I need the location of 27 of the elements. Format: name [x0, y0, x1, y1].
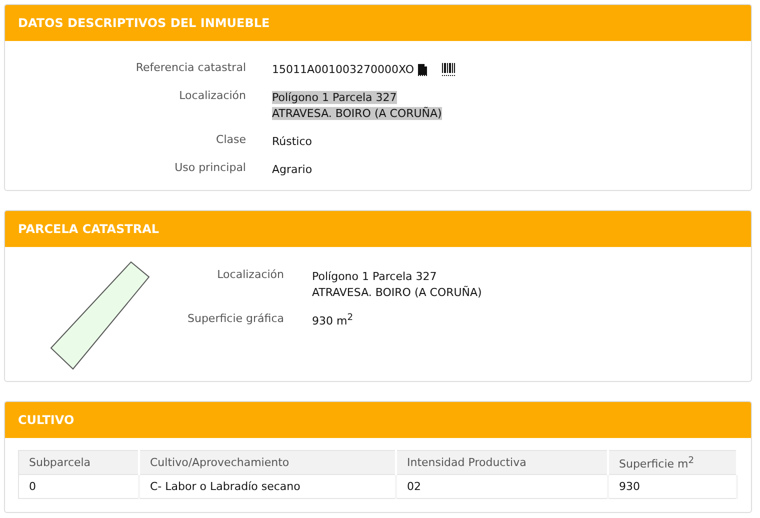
field-label: Localización — [216, 268, 284, 283]
table-cell: 02 — [396, 474, 608, 498]
panel-title: PARCELA CATASTRAL — [18, 222, 160, 236]
panel-title: DATOS DESCRIPTIVOS DEL INMUEBLE — [18, 16, 270, 30]
field-value: ATRAVESA. BOIRO (A CORUÑA) — [312, 286, 482, 298]
document-icon[interactable] — [417, 62, 429, 76]
field-value: ATRAVESA. BOIRO (A CORUÑA) — [272, 106, 442, 120]
column-header: Cultivo/Aprovechamiento — [139, 450, 396, 474]
field-value: Polígono 1 Parcela 327 — [272, 90, 397, 104]
field-label: Localización — [178, 89, 246, 104]
field-value: Rústico — [272, 134, 312, 148]
field-value: 15011A001003270000XO — [272, 62, 414, 76]
column-header: Superficie m$^{2}$ — [608, 450, 737, 474]
field-label: Uso principal — [174, 161, 246, 176]
field-label: Referencia catastral — [134, 61, 246, 76]
table-cell: C- Labor o Labradío secano — [139, 474, 396, 498]
field-label: Clase — [215, 133, 246, 148]
table-cell: 0 — [18, 474, 139, 498]
field-label: Superficie gráfica — [186, 312, 284, 327]
panel-title: CULTIVO — [18, 413, 74, 427]
field-value: 930 m$^{2}$ — [312, 312, 354, 328]
column-header: Intensidad Productiva — [396, 450, 608, 474]
table-cell: 930 — [608, 474, 737, 498]
barcode-icon[interactable] — [442, 62, 455, 76]
field-value: Agrario — [272, 162, 312, 176]
column-header: Subparcela — [18, 450, 139, 474]
field-value: Polígono 1 Parcela 327 — [312, 270, 437, 282]
